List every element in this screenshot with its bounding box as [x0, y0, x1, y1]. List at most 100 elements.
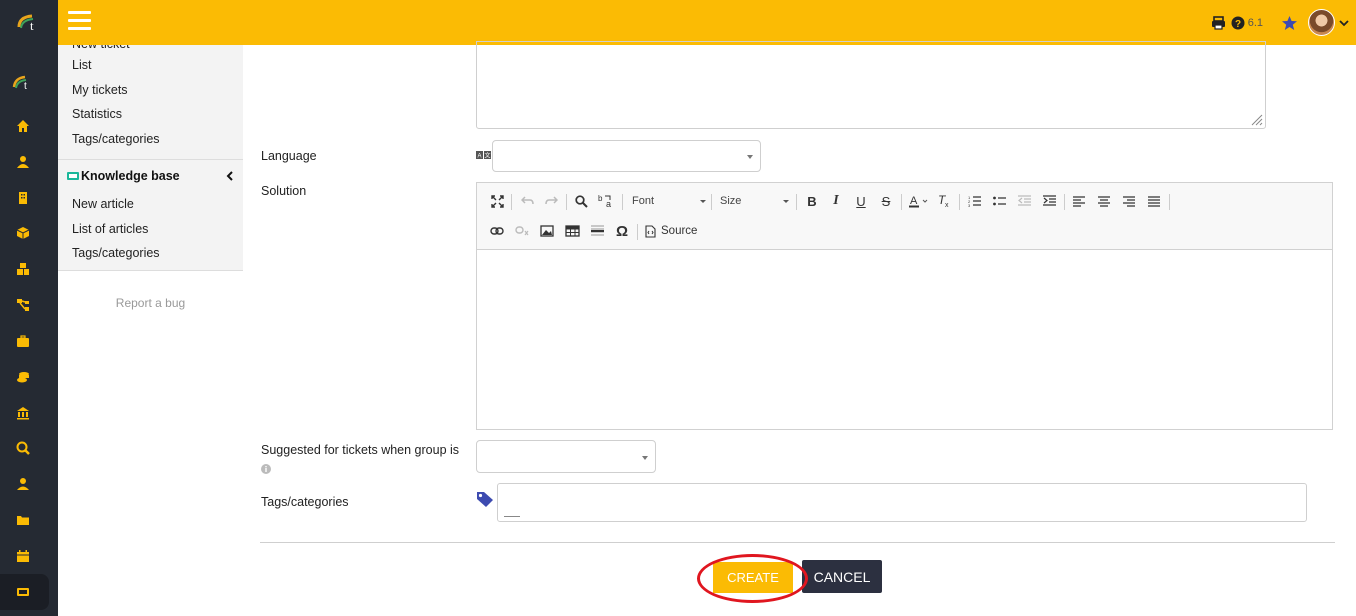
kb-menu-header[interactable]: Knowledge base — [58, 160, 243, 192]
building-icon[interactable] — [0, 180, 46, 216]
user-tie-icon[interactable] — [0, 466, 46, 502]
menu-item-new-ticket[interactable]: New ticket — [58, 45, 130, 57]
search-dollar-icon[interactable] — [0, 430, 46, 466]
cube-icon[interactable] — [0, 215, 46, 251]
strikethrough-icon[interactable]: S — [878, 193, 894, 209]
outdent-icon[interactable] — [1016, 193, 1032, 209]
text-color-icon[interactable]: A — [908, 193, 930, 209]
app-logo[interactable]: t — [0, 0, 58, 45]
version-number: 6.1 — [1247, 16, 1263, 29]
coins-icon[interactable] — [0, 359, 46, 395]
size-combo-label: Size — [720, 195, 742, 207]
svg-text:t: t — [24, 81, 27, 91]
table-icon[interactable] — [564, 223, 580, 239]
undo-icon[interactable] — [519, 193, 535, 209]
align-right-icon[interactable] — [1121, 193, 1137, 209]
menu-item-tags-categories[interactable]: Tags/categories — [58, 127, 243, 152]
numbered-list-icon[interactable]: 123 — [966, 193, 982, 209]
unlink-icon[interactable] — [514, 223, 530, 239]
group-label: Suggested for tickets when group is — [261, 441, 466, 479]
source-label: Source — [661, 225, 698, 237]
chevron-down-icon[interactable] — [1339, 19, 1349, 27]
font-combo-label: Font — [632, 195, 655, 207]
briefcase-icon[interactable] — [0, 323, 46, 359]
tags-label: Tags/categories — [261, 495, 349, 509]
maximize-icon[interactable] — [489, 193, 505, 209]
report-bug-link[interactable]: Report a bug — [58, 296, 243, 310]
sitemap-icon[interactable] — [0, 287, 46, 323]
highlight-annotation-circle — [697, 554, 808, 603]
menu-item-my-tickets[interactable]: My tickets — [58, 78, 243, 103]
menu-item-statistics[interactable]: Statistics — [58, 102, 243, 127]
underline-icon[interactable]: U — [853, 193, 869, 209]
logo-small-icon[interactable]: t — [0, 65, 46, 101]
info-icon[interactable] — [261, 464, 271, 474]
bold-icon[interactable]: B — [804, 193, 820, 209]
menu-item-list-of-articles[interactable]: List of articles — [58, 217, 243, 242]
bank-icon[interactable] — [0, 395, 46, 431]
form-divider — [260, 542, 1335, 543]
menu-item-kb-tags-categories[interactable]: Tags/categories — [58, 241, 243, 266]
editor-content-area[interactable] — [477, 250, 1332, 429]
svg-text:b: b — [598, 194, 603, 203]
image-icon[interactable] — [539, 223, 555, 239]
logo-icon: t — [17, 14, 34, 33]
top-right-tools: ? 6.1 — [1211, 0, 1356, 45]
source-icon — [645, 224, 656, 238]
tags-input[interactable] — [497, 483, 1307, 522]
home-icon[interactable] — [0, 108, 46, 144]
svg-text:a: a — [606, 199, 611, 208]
svg-text:A: A — [477, 154, 481, 160]
editor-toolbar: ba Font Size B I U S A Tx 123 Ω Source — [477, 183, 1332, 250]
source-button[interactable]: Source — [645, 223, 701, 239]
svg-text:t: t — [30, 18, 34, 33]
ticket-icon[interactable] — [0, 574, 46, 610]
help-icon[interactable]: ? — [1231, 16, 1245, 30]
menu-item-new-article[interactable]: New article — [58, 192, 243, 217]
kb-menu-block: Knowledge base New article List of artic… — [58, 160, 243, 270]
language-label: Language — [261, 149, 317, 163]
ticket-submenu: New ticket List My tickets Statistics Ta… — [58, 45, 243, 616]
italic-icon[interactable]: I — [828, 193, 844, 209]
redo-icon[interactable] — [543, 193, 559, 209]
print-icon[interactable] — [1211, 15, 1226, 30]
tag-icon — [477, 492, 493, 507]
left-icon-bar: t t — [0, 0, 58, 616]
cubes-icon[interactable] — [0, 251, 46, 287]
article-form: Language A文 Solution ba Font Size B I U … — [243, 41, 1356, 616]
chevron-left-icon[interactable] — [226, 171, 234, 181]
font-combo[interactable]: Font — [632, 193, 706, 209]
horizontal-line-icon[interactable] — [589, 223, 605, 239]
align-center-icon[interactable] — [1096, 193, 1112, 209]
remove-format-icon[interactable]: Tx — [936, 193, 952, 209]
previous-textarea[interactable] — [476, 41, 1266, 129]
menu-divider — [58, 270, 243, 271]
cancel-button[interactable]: CANCEL — [802, 560, 882, 593]
rich-text-editor: ba Font Size B I U S A Tx 123 Ω Source — [476, 182, 1333, 430]
justify-icon[interactable] — [1146, 193, 1162, 209]
star-icon[interactable] — [1281, 15, 1298, 31]
svg-text:x: x — [945, 202, 949, 208]
ticket-green-icon — [67, 172, 79, 180]
top-bar: ? 6.1 — [58, 0, 1356, 45]
link-icon[interactable] — [489, 223, 505, 239]
ticket-menu-block: New ticket List My tickets Statistics Ta… — [58, 45, 243, 159]
group-select[interactable] — [476, 440, 656, 473]
folder-icon[interactable] — [0, 502, 46, 538]
indent-icon[interactable] — [1041, 193, 1057, 209]
language-select[interactable] — [492, 140, 761, 172]
find-icon[interactable] — [573, 193, 589, 209]
align-left-icon[interactable] — [1071, 193, 1087, 209]
svg-text:A: A — [910, 195, 918, 207]
resize-handle-icon[interactable] — [1251, 114, 1263, 126]
bulleted-list-icon[interactable] — [991, 193, 1007, 209]
user-icon[interactable] — [0, 144, 46, 180]
hamburger-menu-icon[interactable] — [68, 11, 91, 31]
language-icon: A文 — [476, 151, 491, 160]
calendar-icon[interactable] — [0, 538, 46, 574]
replace-icon[interactable]: ba — [597, 193, 615, 209]
size-combo[interactable]: Size — [720, 193, 789, 209]
avatar[interactable] — [1308, 9, 1335, 36]
menu-item-list[interactable]: List — [58, 53, 243, 78]
special-char-icon[interactable]: Ω — [614, 223, 630, 240]
